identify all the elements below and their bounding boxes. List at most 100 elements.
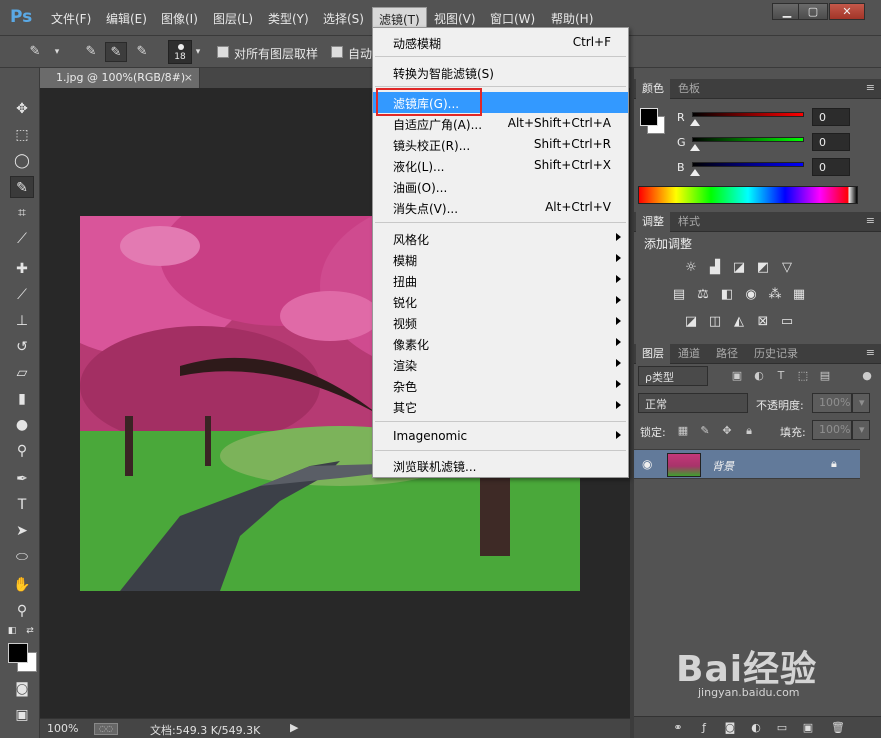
gradient-map-icon[interactable]: ▭: [778, 314, 796, 330]
chevron-down-icon[interactable]: ▾: [52, 42, 62, 62]
blur-tool-icon[interactable]: ●: [10, 414, 34, 436]
status-menu-arrow-icon[interactable]: ▶: [290, 721, 298, 734]
sample-all-layers-checkbox[interactable]: [217, 46, 229, 58]
lock-position-icon[interactable]: ✥: [720, 424, 734, 438]
menu-item-noise[interactable]: 杂色: [373, 375, 628, 396]
black-white-icon[interactable]: ◧: [718, 287, 736, 303]
slider-b-value[interactable]: 0: [812, 158, 850, 176]
menu-item-liquify[interactable]: 液化(L)... Shift+Ctrl+X: [373, 155, 628, 176]
new-selection-icon[interactable]: ✎: [80, 42, 102, 62]
visibility-eye-icon[interactable]: ◉: [642, 457, 652, 471]
default-colors-icon[interactable]: ◧: [4, 624, 20, 638]
filter-smart-icon[interactable]: ▤: [818, 369, 832, 383]
quick-mask-icon[interactable]: ◙: [10, 678, 34, 700]
menu-item-vanishing-point[interactable]: 消失点(V)... Alt+Ctrl+V: [373, 197, 628, 218]
menu-item-adaptive-wide-angle[interactable]: 自适应广角(A)... Alt+Shift+Ctrl+A: [373, 113, 628, 134]
history-brush-tool-icon[interactable]: ↺: [10, 336, 34, 358]
brush-tool-icon[interactable]: ⟋: [10, 284, 34, 306]
move-tool-icon[interactable]: ✥: [10, 98, 34, 120]
tab-layers[interactable]: 图层: [636, 344, 670, 364]
crop-tool-icon[interactable]: ⌗: [10, 202, 34, 224]
invert-icon[interactable]: ◪: [682, 314, 700, 330]
fill-field[interactable]: 100%: [812, 420, 852, 440]
slider-r-track[interactable]: [692, 112, 804, 117]
close-tab-icon[interactable]: ×: [184, 68, 193, 88]
menu-window[interactable]: 窗口(W): [490, 10, 535, 27]
panel-menu-icon[interactable]: ≡: [866, 214, 875, 227]
new-group-icon[interactable]: ▭: [774, 720, 790, 736]
levels-icon[interactable]: ▟: [706, 260, 724, 276]
slider-r-knob[interactable]: [690, 119, 700, 126]
menu-edit[interactable]: 编辑(E): [106, 10, 147, 27]
gradient-tool-icon[interactable]: ▮: [10, 388, 34, 410]
hand-tool-icon[interactable]: ✋: [10, 574, 34, 596]
menu-item-browse-online-filters[interactable]: 浏览联机滤镜...: [373, 455, 628, 476]
slider-g-knob[interactable]: [690, 144, 700, 151]
auto-enhance-checkbox[interactable]: [331, 46, 343, 58]
layer-style-icon[interactable]: ƒ: [696, 720, 712, 736]
menu-select[interactable]: 选择(S): [323, 10, 364, 27]
menu-help[interactable]: 帮助(H): [551, 10, 593, 27]
menu-layer[interactable]: 图层(L): [213, 10, 253, 27]
close-button[interactable]: ✕: [829, 3, 865, 20]
posterize-icon[interactable]: ◫: [706, 314, 724, 330]
new-layer-icon[interactable]: ▣: [800, 720, 816, 736]
menu-item-video[interactable]: 视频: [373, 312, 628, 333]
opacity-dropdown-icon[interactable]: ▾: [852, 393, 870, 413]
lasso-tool-icon[interactable]: ◯: [10, 150, 34, 172]
slider-r-value[interactable]: 0: [812, 108, 850, 126]
tab-color[interactable]: 颜色: [636, 79, 670, 99]
color-lookup-icon[interactable]: ▦: [790, 287, 808, 303]
fill-dropdown-icon[interactable]: ▾: [852, 420, 870, 440]
filter-adjust-icon[interactable]: ◐: [752, 369, 766, 383]
type-tool-icon[interactable]: T: [10, 494, 34, 516]
color-balance-icon[interactable]: ⚖: [694, 287, 712, 303]
menu-item-convert-smart-filter[interactable]: 转换为智能滤镜(S): [373, 62, 628, 83]
link-layers-icon[interactable]: ⚭: [670, 720, 686, 736]
lock-pixels-icon[interactable]: ✎: [698, 424, 712, 438]
menu-item-imagenomic[interactable]: Imagenomic: [373, 426, 628, 447]
exposure-icon[interactable]: ◩: [754, 260, 772, 276]
channel-mixer-icon[interactable]: ⁂: [766, 287, 784, 303]
opacity-field[interactable]: 100%: [812, 393, 852, 413]
tab-styles[interactable]: 样式: [672, 212, 706, 232]
healing-brush-tool-icon[interactable]: ✚: [10, 258, 34, 280]
brush-size-picker[interactable]: 18: [168, 40, 192, 64]
quick-select-icon[interactable]: ✎: [24, 42, 46, 62]
pen-tool-icon[interactable]: ✒: [10, 468, 34, 490]
menu-image[interactable]: 图像(I): [161, 10, 198, 27]
layer-row-background[interactable]: ◉ 背景 🔒︎: [634, 449, 860, 479]
marquee-tool-icon[interactable]: ⬚: [10, 124, 34, 146]
document-tab[interactable]: 1.jpg @ 100%(RGB/8#) ×: [40, 68, 200, 88]
hue-saturation-icon[interactable]: ▤: [670, 287, 688, 303]
maximize-button[interactable]: ▢: [798, 3, 828, 20]
menu-item-pixelate[interactable]: 像素化: [373, 333, 628, 354]
dodge-tool-icon[interactable]: ⚲: [10, 440, 34, 462]
zoom-tool-icon[interactable]: ⚲: [10, 600, 34, 622]
tab-history[interactable]: 历史记录: [748, 344, 804, 364]
new-adjustment-icon[interactable]: ◐: [748, 720, 764, 736]
zoom-level[interactable]: 100%: [47, 722, 78, 735]
eyedropper-tool-icon[interactable]: ⟋: [10, 228, 34, 250]
filter-toggle-icon[interactable]: ●: [860, 369, 874, 383]
tab-channels[interactable]: 通道: [672, 344, 706, 364]
slider-b-knob[interactable]: [690, 169, 700, 176]
swap-colors-icon[interactable]: ⇄: [22, 624, 38, 638]
menu-type[interactable]: 类型(Y): [268, 10, 309, 27]
color-panel-foreground[interactable]: [640, 108, 658, 126]
add-mask-icon[interactable]: ◙: [722, 720, 738, 736]
tab-swatches[interactable]: 色板: [672, 79, 706, 99]
curves-icon[interactable]: ◪: [730, 260, 748, 276]
filter-type-icon[interactable]: T: [774, 369, 788, 383]
selective-color-icon[interactable]: ⊠: [754, 314, 772, 330]
menu-file[interactable]: 文件(F): [51, 10, 91, 27]
tab-paths[interactable]: 路径: [710, 344, 744, 364]
lock-all-icon[interactable]: 🔒︎: [742, 424, 756, 438]
menu-item-distort[interactable]: 扭曲: [373, 270, 628, 291]
eraser-tool-icon[interactable]: ▱: [10, 362, 34, 384]
filter-pixel-icon[interactable]: ▣: [730, 369, 744, 383]
vibrance-icon[interactable]: ▽: [778, 260, 796, 276]
blend-mode-select[interactable]: 正常: [638, 393, 748, 413]
quick-select-tool-icon[interactable]: ✎: [10, 176, 34, 198]
subtract-selection-icon[interactable]: ✎: [131, 42, 153, 62]
